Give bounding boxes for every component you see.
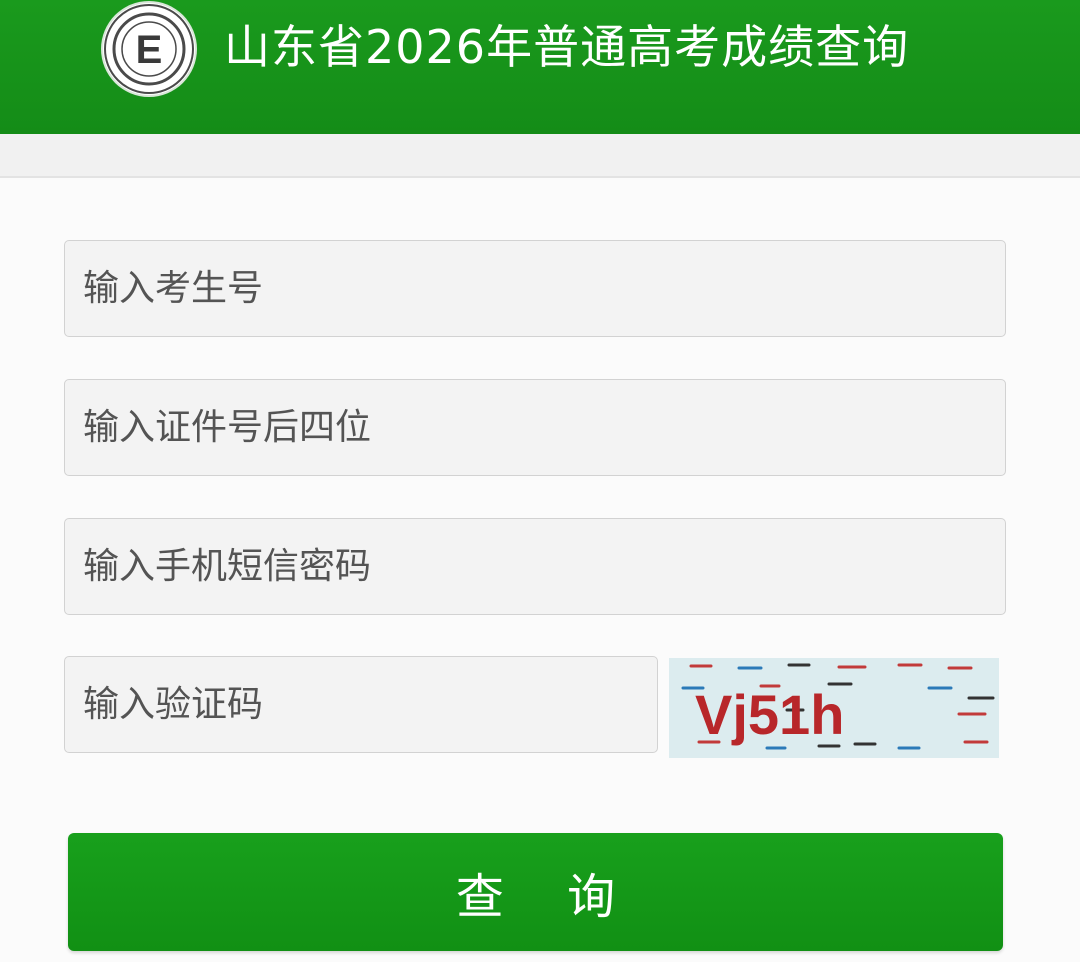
logo-seal-icon: E	[103, 3, 195, 95]
captcha-input[interactable]	[64, 656, 658, 753]
query-button[interactable]: 查 询	[68, 833, 1003, 951]
header-divider-bar	[0, 134, 1080, 178]
captcha-image[interactable]: Vj51h	[669, 658, 999, 758]
captcha-characters: Vj51h	[695, 683, 844, 746]
page-title: 山东省2026年普通高考成绩查询	[224, 20, 910, 74]
logo-letter: E	[136, 28, 163, 72]
sms-password-input[interactable]	[64, 518, 1006, 615]
id-last-four-input[interactable]	[64, 379, 1006, 476]
page-header: E 山东省2026年普通高考成绩查询	[0, 0, 1080, 134]
exam-number-input[interactable]	[64, 240, 1006, 337]
